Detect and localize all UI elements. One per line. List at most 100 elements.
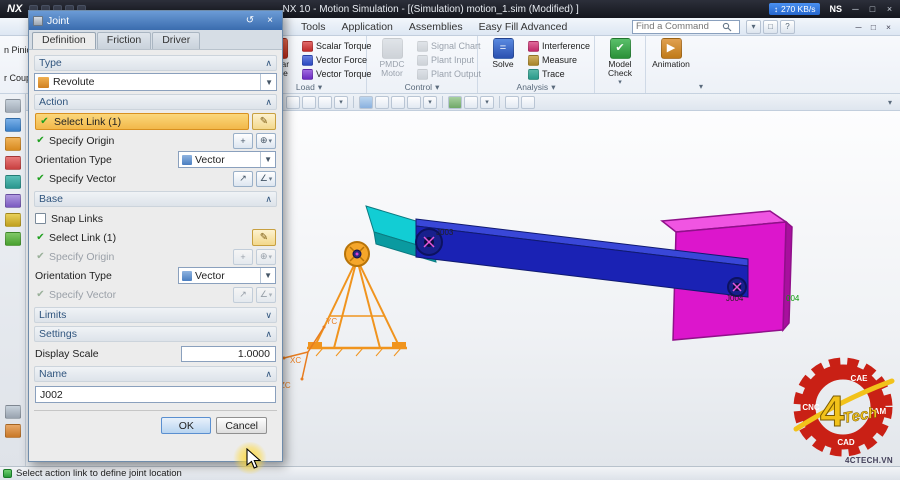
point-dialog-button[interactable]: + (233, 132, 253, 149)
ribbon-item-measure[interactable]: Measure (526, 53, 592, 67)
point-dialog-button[interactable]: + (233, 248, 253, 265)
ribbon-item-animation[interactable]: ▶ Animation (648, 36, 694, 80)
history-icon[interactable] (4, 232, 21, 246)
find-command-box[interactable] (632, 19, 740, 34)
joint-type-select[interactable]: Revolute ▼ (34, 73, 277, 91)
show-hide-icon[interactable] (505, 95, 519, 109)
group-dropdown-icon: ▾ (435, 81, 440, 92)
inferred-point-button[interactable]: ⊕ ▾ (256, 248, 276, 265)
action-specify-vector-field[interactable]: ✔ Specify Vector (35, 173, 230, 185)
base-specify-vector-field[interactable]: ✔ Specify Vector (35, 289, 230, 301)
dialog-reset-icon[interactable]: ↺ (242, 14, 258, 28)
inferred-vector-button[interactable]: ∠ ▾ (256, 170, 276, 187)
edit-link-button[interactable]: ✎ (252, 229, 276, 246)
section-action-header[interactable]: Action ∧ (34, 94, 277, 110)
pan-icon[interactable] (391, 95, 405, 109)
rotate-icon[interactable] (407, 95, 421, 109)
section-type-header[interactable]: Type ∧ (34, 55, 277, 71)
action-specify-origin-field[interactable]: ✔ Specify Origin (35, 135, 230, 147)
joint-name-input[interactable] (35, 386, 276, 403)
ribbon-item-pmdc-motor[interactable]: PMDC Motor (369, 36, 415, 81)
assembly-navigator-icon[interactable] (4, 99, 21, 113)
ribbon-collapse-icon[interactable]: ▾ (696, 36, 706, 93)
web-browser-icon[interactable] (4, 213, 21, 227)
ok-button[interactable]: OK (161, 417, 212, 434)
joint-j002-marker[interactable] (344, 241, 370, 267)
doc-close-button[interactable]: × (881, 20, 896, 33)
snap-intersection-icon[interactable]: ▾ (334, 95, 348, 109)
action-orientation-label: Orientation Type (35, 153, 112, 166)
action-select-link-field[interactable]: ✔ Select Link (1) (35, 113, 249, 130)
base-select-link-field[interactable]: ✔ Select Link (1) (35, 232, 249, 244)
edit-link-button[interactable]: ✎ (252, 113, 276, 130)
close-button[interactable]: × (881, 2, 898, 16)
ribbon-item-scalar-torque[interactable]: Scalar Torque (300, 39, 371, 53)
restore-button[interactable]: □ (864, 2, 881, 16)
render-style-icon[interactable]: ▾ (480, 95, 494, 109)
tab-assemblies[interactable]: Assemblies (401, 21, 471, 33)
section-name-header[interactable]: Name ∧ (34, 366, 277, 382)
tab-driver[interactable]: Driver (152, 32, 201, 49)
snap-point-icon[interactable] (302, 95, 316, 109)
find-command-input[interactable] (636, 21, 720, 32)
ribbon-item-signal-chart[interactable]: Signal Chart (415, 39, 481, 53)
ribbon-item-trace[interactable]: Trace (526, 67, 592, 81)
zoom-icon[interactable] (375, 95, 389, 109)
orient-view-icon[interactable]: ▾ (423, 95, 437, 109)
fit-view-icon[interactable] (359, 95, 373, 109)
vector-dialog-button[interactable]: ↗ (233, 170, 253, 187)
tab-friction[interactable]: Friction (96, 32, 152, 49)
doc-minimize-button[interactable]: ─ (851, 20, 866, 33)
doc-restore-button[interactable]: □ (866, 20, 881, 33)
cancel-button[interactable]: Cancel (216, 417, 267, 434)
base-orientation-select[interactable]: Vector ▼ (178, 267, 276, 284)
hd3d-tools-icon[interactable] (4, 194, 21, 208)
ribbon-item-solve[interactable]: = Solve (480, 36, 526, 81)
ribbon-item-vector-force[interactable]: Vector Force (300, 53, 367, 67)
snap-links-checkbox[interactable] (35, 213, 46, 224)
display-scale-input[interactable] (181, 345, 276, 362)
tab-definition[interactable]: Definition (32, 32, 96, 49)
minimize-button[interactable]: ─ (847, 2, 864, 16)
window-menu-icon[interactable]: □ (763, 19, 778, 34)
control-group-label[interactable]: Control ▾ (369, 81, 475, 93)
motion-navigator-icon[interactable] (4, 137, 21, 151)
search-dropdown-icon[interactable]: ▾ (746, 19, 761, 34)
section-base-header[interactable]: Base ∧ (34, 191, 277, 207)
vector-dialog-button[interactable]: ↗ (233, 286, 253, 303)
action-orientation-select[interactable]: Vector ▼ (178, 151, 276, 168)
help-icon[interactable]: ? (780, 19, 795, 34)
ribbon-item-plant-output[interactable]: Plant Output (415, 67, 481, 81)
tab-application[interactable]: Application (334, 21, 401, 33)
inferred-vector-button[interactable]: ∠ ▾ (256, 286, 276, 303)
ribbon-item-plant-input[interactable]: Plant Input (415, 53, 475, 67)
inferred-point-button[interactable]: ⊕ ▾ (256, 132, 276, 149)
shaded-mode-icon[interactable] (448, 95, 462, 109)
tab-tools[interactable]: Tools (293, 21, 334, 33)
base-specify-origin-field[interactable]: ✔ Specify Origin (35, 251, 230, 263)
ribbon-item-vector-torque[interactable]: Vector Torque (300, 67, 371, 81)
window-layout-icon[interactable] (521, 95, 535, 109)
dropdown-icon: ▾ (618, 78, 622, 86)
section-limits-header[interactable]: Limits ∨ (34, 307, 277, 323)
wireframe-mode-icon[interactable] (464, 95, 478, 109)
dialog-close-icon[interactable]: × (262, 14, 278, 28)
reuse-library-icon[interactable] (4, 175, 21, 189)
roles-icon[interactable] (4, 405, 21, 419)
toolbar-overflow-icon[interactable]: ▾ (888, 98, 892, 107)
system-materials-icon[interactable] (4, 424, 21, 438)
action-specify-origin-row: ✔ Specify Origin + ⊕ ▾ (34, 131, 277, 150)
dialog-titlebar[interactable]: Joint ↺ × (29, 11, 282, 30)
snap-midpoint-icon[interactable] (318, 95, 332, 109)
constraint-navigator-icon[interactable] (4, 118, 21, 132)
selection-filter-icon[interactable] (286, 95, 300, 109)
tab-easy-fill-advanced[interactable]: Easy Fill Advanced (471, 21, 576, 33)
part-navigator-icon[interactable] (4, 156, 21, 170)
section-limits-label: Limits (39, 309, 67, 321)
ribbon-item-model-check[interactable]: ✔ Model Check ▾ (597, 36, 643, 86)
status-prompt: Select action link to define joint locat… (16, 468, 182, 479)
ground-link[interactable] (307, 258, 407, 357)
section-settings-header[interactable]: Settings ∧ (34, 326, 277, 342)
analysis-group-label[interactable]: Analysis ▾ (480, 81, 592, 93)
ribbon-item-interference[interactable]: Interference (526, 39, 592, 53)
